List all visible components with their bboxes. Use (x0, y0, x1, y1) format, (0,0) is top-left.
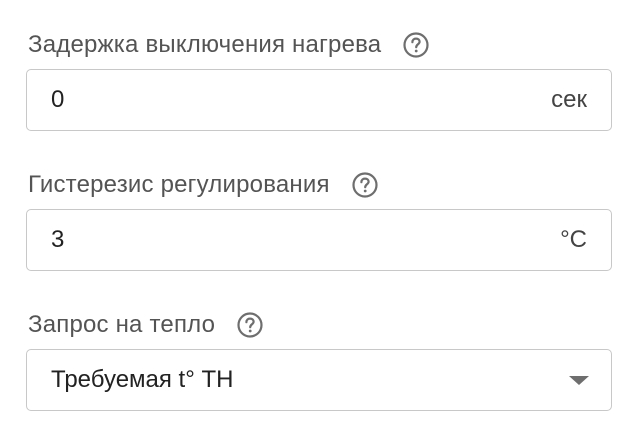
heat-request-selected-value: Требуемая t° ТН (51, 366, 234, 393)
hysteresis-label: Гистерезис регулирования (28, 167, 378, 203)
hysteresis-field[interactable]: °C (26, 209, 612, 271)
heating-off-delay-unit: сек (551, 86, 587, 113)
help-circle-icon[interactable] (237, 312, 263, 338)
heating-off-delay-field[interactable]: сек (26, 69, 612, 131)
heating-off-delay-label-text: Задержка выключения нагрева (28, 31, 382, 58)
hysteresis-input[interactable] (51, 210, 491, 270)
heat-request-label-text: Запрос на тепло (28, 311, 216, 338)
heat-request-label: Запрос на тепло (28, 307, 263, 343)
help-circle-icon[interactable] (403, 32, 429, 58)
chevron-down-icon[interactable] (569, 376, 589, 385)
heat-request-select[interactable]: Требуемая t° ТН (26, 349, 612, 411)
heating-off-delay-label: Задержка выключения нагрева (28, 27, 429, 63)
heating-off-delay-input[interactable] (51, 70, 491, 130)
hysteresis-label-text: Гистерезис регулирования (28, 171, 330, 198)
settings-form: Задержка выключения нагрева сек Гистерез… (0, 0, 640, 430)
help-circle-icon[interactable] (352, 172, 378, 198)
hysteresis-unit: °C (560, 226, 587, 253)
